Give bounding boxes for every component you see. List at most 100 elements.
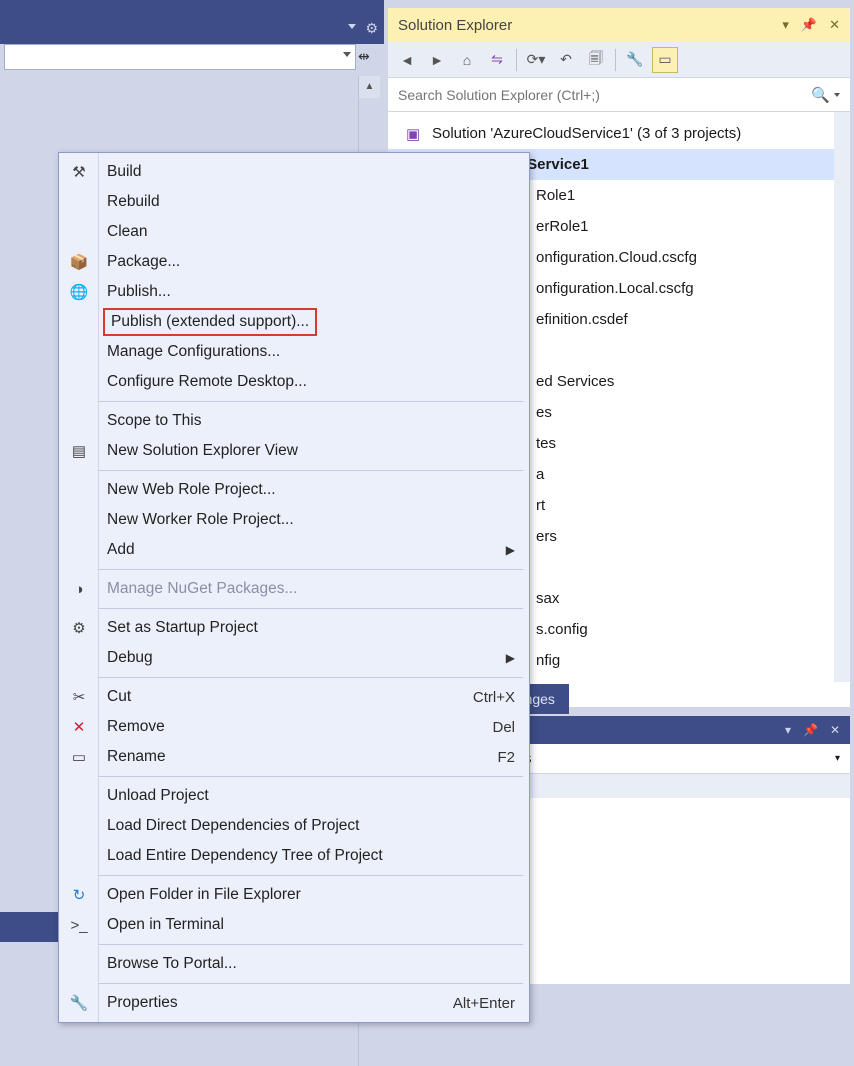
menu-item-unload-project[interactable]: Unload Project: [59, 781, 529, 811]
wrench-icon[interactable]: 🔧: [622, 47, 648, 73]
split-icon[interactable]: ⇹: [358, 48, 370, 65]
menu-item-manage-configurations[interactable]: Manage Configurations...: [59, 337, 529, 367]
menu-item-label: Open Folder in File Explorer: [107, 886, 301, 904]
remove-icon: ✕: [69, 718, 89, 736]
menu-item-new-web-role-project[interactable]: New Web Role Project...: [59, 475, 529, 505]
separator: [99, 776, 523, 777]
undo-icon[interactable]: ↶: [553, 47, 579, 73]
menu-item-label: Rename: [107, 748, 166, 766]
menu-item-remove[interactable]: ✕ Remove Del: [59, 712, 529, 742]
pin-icon[interactable]: 📌: [801, 17, 817, 33]
package-icon: 📦: [69, 253, 89, 271]
nuget-icon: ◑: [69, 581, 89, 598]
menu-item-label: Add: [107, 541, 135, 559]
highlighted-menu-item: Publish (extended support)...: [103, 308, 317, 336]
shortcut-label: F2: [497, 749, 515, 766]
menu-item-open-in-terminal[interactable]: >_ Open in Terminal: [59, 910, 529, 940]
separator: [99, 401, 523, 402]
menu-item-label: Manage NuGet Packages...: [107, 580, 297, 598]
menu-item-publish[interactable]: 🌐Publish...: [59, 277, 529, 307]
forward-icon[interactable]: ►: [424, 47, 450, 73]
submenu-arrow-icon: ▶: [506, 543, 515, 557]
menu-item-add[interactable]: Add ▶: [59, 535, 529, 565]
menu-item-rename[interactable]: ▭ Rename F2: [59, 742, 529, 772]
menu-item-label: Browse To Portal...: [107, 955, 237, 973]
shortcut-label: Del: [492, 719, 515, 736]
scroll-up-icon[interactable]: ▲: [359, 76, 380, 98]
menu-item-open-folder-in-file-explorer[interactable]: ↻ Open Folder in File Explorer: [59, 880, 529, 910]
menu-item-load-entire-dependency-tree-of-project[interactable]: Load Entire Dependency Tree of Project: [59, 841, 529, 871]
history-icon[interactable]: ⟳▾: [523, 47, 549, 73]
menu-item-cut[interactable]: ✂ Cut Ctrl+X: [59, 682, 529, 712]
terminal-icon: >_: [69, 917, 89, 934]
pin-icon[interactable]: 📌: [803, 723, 818, 737]
home-icon[interactable]: ⌂: [454, 47, 480, 73]
search-input[interactable]: [398, 87, 811, 103]
open-folder-icon: ↻: [69, 886, 89, 904]
wrench-icon: 🔧: [69, 994, 89, 1012]
menu-item-label: Build: [107, 163, 141, 181]
menu-item-label: Rebuild: [107, 193, 160, 211]
back-icon[interactable]: ◄: [394, 47, 420, 73]
menu-item-configure-remote-desktop[interactable]: Configure Remote Desktop...: [59, 367, 529, 397]
close-icon[interactable]: ✕: [830, 723, 840, 737]
chevron-down-icon: ▾: [835, 753, 840, 764]
menu-item-package[interactable]: 📦 Package...: [59, 247, 529, 277]
breadcrumb-dropdown[interactable]: [4, 44, 356, 70]
menu-item-properties[interactable]: 🔧 Properties Alt+Enter: [59, 988, 529, 1018]
top-strip: ⚙: [0, 0, 384, 44]
window-menu-icon[interactable]: ▾: [785, 723, 791, 737]
sync-icon[interactable]: ⇋: [484, 47, 510, 73]
menu-item-label: Configure Remote Desktop...: [107, 373, 307, 391]
close-icon[interactable]: ✕: [829, 17, 840, 33]
cut-icon: ✂: [69, 688, 89, 706]
chevron-down-icon: [343, 52, 351, 57]
menu-item-label: New Solution Explorer View: [107, 442, 298, 460]
menu-item-set-as-startup-project[interactable]: ⚙Set as Startup Project: [59, 613, 529, 643]
search-options-icon[interactable]: [834, 93, 840, 97]
menu-item-manage-nuget-packages: ◑ Manage NuGet Packages...: [59, 574, 529, 604]
menu-item-label: Open in Terminal: [107, 916, 224, 934]
rename-icon: ▭: [69, 748, 89, 766]
properties-toggle-icon[interactable]: ▭: [652, 47, 678, 73]
menu-item-label: Set as Startup Project: [107, 619, 258, 637]
gear-icon[interactable]: ⚙: [365, 20, 378, 37]
menu-item-scope-to-this[interactable]: Scope to This: [59, 406, 529, 436]
solution-explorer-titlebar[interactable]: Solution Explorer ▾ 📌 ✕: [388, 8, 850, 42]
window-menu-icon[interactable]: ▾: [782, 17, 789, 33]
menu-item-label: Debug: [107, 649, 153, 667]
menu-item-load-direct-dependencies-of-project[interactable]: Load Direct Dependencies of Project: [59, 811, 529, 841]
menu-item-clean[interactable]: Clean: [59, 217, 529, 247]
tree-scrollbar[interactable]: [834, 112, 850, 682]
view-icon: ▤: [69, 442, 89, 460]
menu-item-label: Unload Project: [107, 787, 209, 805]
menu-item-label: Remove: [107, 718, 165, 736]
menu-item-debug[interactable]: Debug▶: [59, 643, 529, 673]
shortcut-label: Alt+Enter: [453, 995, 515, 1012]
menu-item-label: Load Entire Dependency Tree of Project: [107, 847, 383, 865]
menu-item-label: Scope to This: [107, 412, 202, 430]
separator: [99, 608, 523, 609]
files-icon[interactable]: 🗐: [583, 47, 609, 73]
solution-node[interactable]: ▣ Solution 'AzureCloudService1' (3 of 3 …: [388, 118, 850, 149]
menu-item-label: Clean: [107, 223, 148, 241]
menu-item-new-solution-explorer-view[interactable]: ▤ New Solution Explorer View: [59, 436, 529, 466]
shortcut-label: Ctrl+X: [473, 689, 515, 706]
menu-item-label: Cut: [107, 688, 131, 706]
solution-explorer-toolbar: ◄ ► ⌂ ⇋ ⟳▾ ↶ 🗐 🔧 ▭: [388, 42, 850, 78]
search-icon[interactable]: 🔍: [811, 86, 830, 104]
menu-item-label: Manage Configurations...: [107, 343, 280, 361]
left-dock-tab[interactable]: [0, 912, 58, 942]
menu-item-rebuild[interactable]: Rebuild: [59, 187, 529, 217]
menu-item-label: Package...: [107, 253, 180, 271]
dropdown-caret-icon[interactable]: [348, 24, 356, 29]
separator: [99, 569, 523, 570]
build-icon: ⚒: [69, 163, 89, 181]
menu-item-build[interactable]: ⚒ Build: [59, 157, 529, 187]
menu-item-new-worker-role-project[interactable]: New Worker Role Project...: [59, 505, 529, 535]
separator: [99, 944, 523, 945]
solution-explorer-search[interactable]: 🔍: [388, 78, 850, 112]
menu-item-label: Properties: [107, 994, 178, 1012]
menu-item-browse-to-portal[interactable]: Browse To Portal...: [59, 949, 529, 979]
menu-item-publish-extended-support[interactable]: Publish (extended support)...: [59, 307, 529, 337]
